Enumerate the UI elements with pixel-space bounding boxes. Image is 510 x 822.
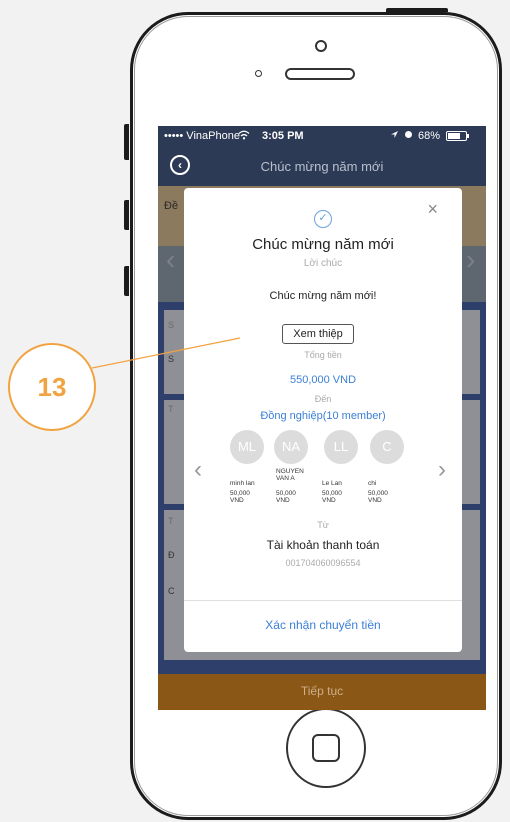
callout-number-badge: 13 xyxy=(8,343,96,431)
